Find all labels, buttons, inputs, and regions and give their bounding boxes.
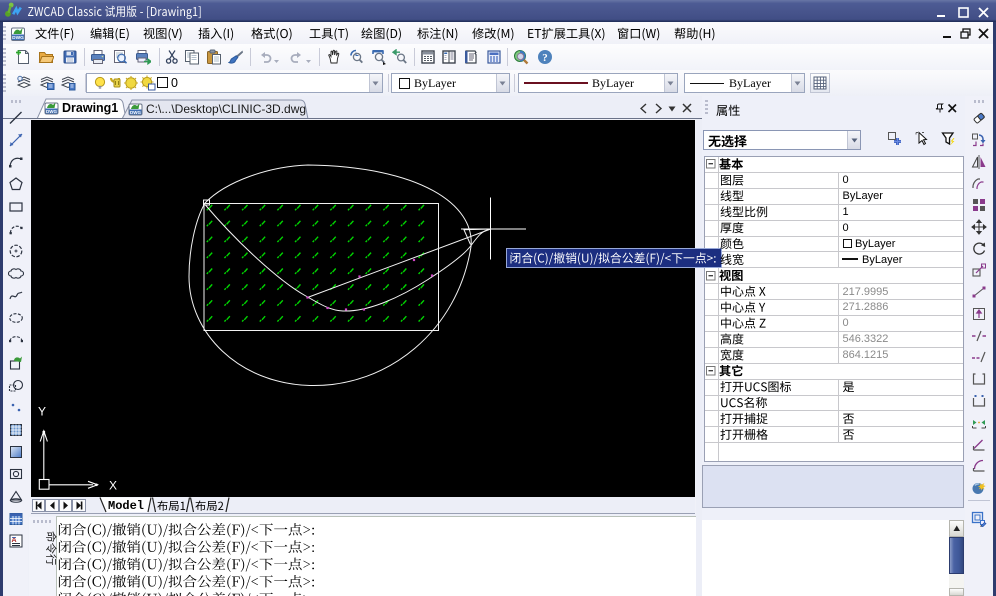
svg-text:DWG: DWG	[130, 110, 141, 115]
svg-text:Y: Y	[38, 404, 46, 418]
svg-text:?: ?	[542, 52, 548, 64]
svg-text:DWG: DWG	[46, 109, 57, 114]
svg-text:DWG: DWG	[12, 35, 24, 41]
svg-text:X: X	[109, 478, 117, 492]
svg-text:A: A	[11, 537, 16, 544]
